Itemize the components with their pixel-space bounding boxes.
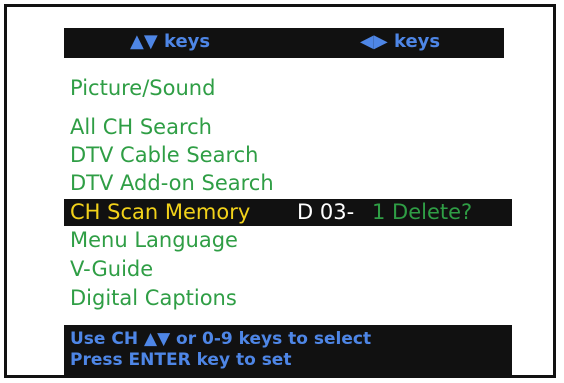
menu-item-digital-captions[interactable]: Digital Captions <box>64 285 512 312</box>
menu-item-label: All CH Search <box>70 115 212 139</box>
menu-item-menu-language[interactable]: Menu Language <box>64 227 512 254</box>
instruction-bar: Use CH ▲▼ or 0-9 keys to select Press EN… <box>64 325 512 375</box>
menu-item-label: Menu Language <box>70 228 238 252</box>
menu-item-label: V-Guide <box>70 257 154 281</box>
channel-number: D 03- <box>297 200 355 224</box>
menu-item-v-guide[interactable]: V-Guide <box>64 256 512 283</box>
delete-prompt[interactable]: 1 Delete? <box>372 199 472 226</box>
key-hint-bar: ▲▼ keys ◀▶ keys <box>64 28 504 58</box>
menu-item-picture-sound[interactable]: Picture/Sound <box>64 75 512 102</box>
menu-item-label: DTV Cable Search <box>70 143 259 167</box>
instruction-set: Press ENTER key to set <box>70 350 292 370</box>
menu-item-label: Picture/Sound <box>70 76 216 100</box>
up-down-keys-hint: ▲▼ keys <box>130 31 211 52</box>
menu-item-label: CH Scan Memory <box>70 200 251 224</box>
menu-item-dtv-cable-search[interactable]: DTV Cable Search <box>64 142 512 169</box>
menu-item-label: DTV Add-on Search <box>70 171 274 195</box>
menu-item-all-ch-search[interactable]: All CH Search <box>64 114 512 141</box>
menu-item-label: Digital Captions <box>70 286 237 310</box>
menu-item-ch-scan-memory[interactable]: CH Scan Memory D 03- 1 Delete? <box>64 199 512 226</box>
instruction-select: Use CH ▲▼ or 0-9 keys to select <box>70 329 372 349</box>
menu-item-dtv-add-on-search[interactable]: DTV Add-on Search <box>64 170 512 197</box>
tv-menu-frame: ▲▼ keys ◀▶ keys Picture/Sound All CH Sea… <box>4 4 556 378</box>
left-right-keys-hint: ◀▶ keys <box>360 31 441 52</box>
